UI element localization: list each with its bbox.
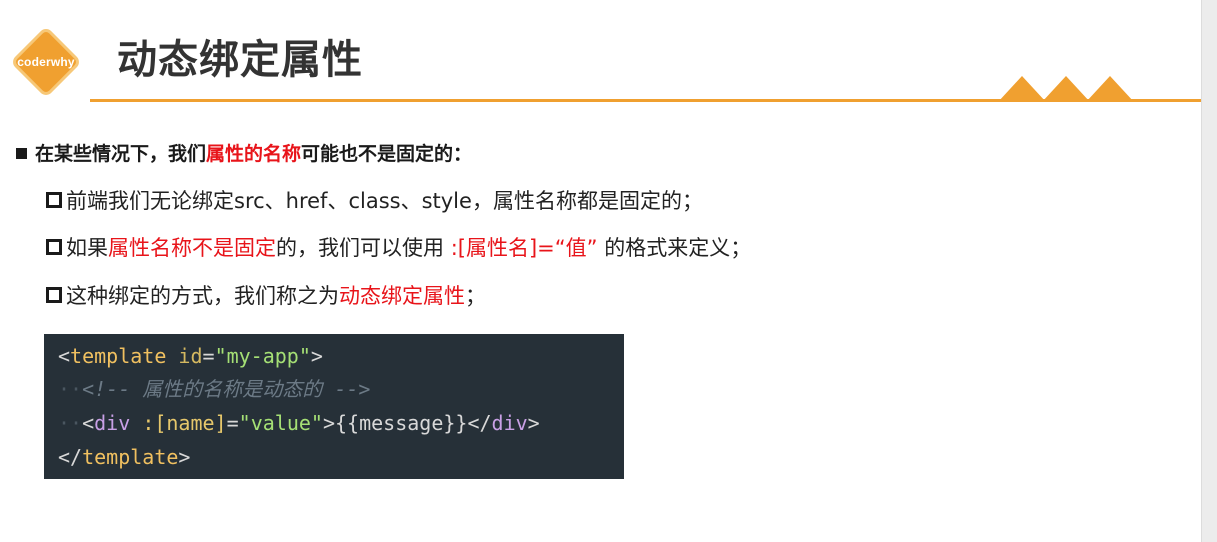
code-tag: template xyxy=(70,344,167,368)
mountains-decoration-icon xyxy=(998,76,1148,102)
code-punct: < xyxy=(82,411,95,435)
page-title: 动态绑定属性 xyxy=(117,37,363,83)
sub-item-2-after: 的格式来定义； xyxy=(597,236,752,260)
sub-item-1-text: 前端我们无论绑定src、href、class、style，属性名称都是固定的； xyxy=(66,189,703,213)
sub-item-2-middle: 的，我们可以使用 xyxy=(276,236,451,260)
hollow-square-bullet-icon xyxy=(46,192,62,208)
main-bullet: 在某些情况下，我们属性的名称可能也不是固定的： xyxy=(16,139,472,169)
sub-item-3-after: ； xyxy=(465,284,486,308)
code-line-4: </template> xyxy=(58,442,190,472)
code-block: <template id="my-app"> ··<!-- 属性的名称是动态的 … xyxy=(44,334,624,479)
code-line-3: ··<div :[name]="value">{{message}}</div> xyxy=(58,408,540,438)
code-punct: = xyxy=(226,411,239,435)
code-punct: > xyxy=(322,411,335,435)
scrollbar-gutter[interactable] xyxy=(1201,0,1217,542)
sub-item-3-before: 这种绑定的方式，我们称之为 xyxy=(66,284,339,308)
code-text: {{message}} xyxy=(335,411,468,435)
code-punct: > xyxy=(527,411,540,435)
main-bullet-before: 在某些情况下，我们 xyxy=(35,143,207,165)
sub-item-3: 这种绑定的方式，我们称之为动态绑定属性； xyxy=(46,281,486,311)
code-line-1: <template id="my-app"> xyxy=(58,341,323,371)
code-string: "my-app" xyxy=(214,344,311,368)
code-attr: id xyxy=(178,344,203,368)
code-tag: div xyxy=(491,411,528,435)
main-bullet-after: 可能也不是固定的： xyxy=(301,143,473,165)
code-string: "value" xyxy=(238,411,323,435)
coderwhy-logo: coderwhy xyxy=(8,24,84,100)
code-dynamic-attr: :[name] xyxy=(142,411,227,435)
hollow-square-bullet-icon xyxy=(46,287,62,303)
code-punct: < xyxy=(58,344,71,368)
code-punct: > xyxy=(310,344,323,368)
sub-item-2-before: 如果 xyxy=(66,236,108,260)
sub-item-3-highlight: 动态绑定属性 xyxy=(339,284,465,308)
indent-guide: ·· xyxy=(58,377,83,401)
hollow-square-bullet-icon xyxy=(46,239,62,255)
code-punct: > xyxy=(178,445,191,469)
code-tag: template xyxy=(82,445,179,469)
code-punct: </ xyxy=(58,445,83,469)
sub-item-2-highlight: 属性名称不是固定 xyxy=(108,236,276,260)
code-punct: = xyxy=(202,344,215,368)
sub-item-2: 如果属性名称不是固定的，我们可以使用 :[属性名]=“值” 的格式来定义； xyxy=(46,233,751,263)
code-line-2: ··<!-- 属性的名称是动态的 --> xyxy=(58,374,370,404)
code-tag: div xyxy=(94,411,131,435)
logo-text: coderwhy xyxy=(17,55,75,69)
sub-item-2-code-highlight: :[属性名]=“值” xyxy=(450,236,598,260)
sub-item-1: 前端我们无论绑定src、href、class、style，属性名称都是固定的； xyxy=(46,186,703,216)
main-bullet-highlight: 属性的名称 xyxy=(206,143,302,165)
header-divider xyxy=(90,99,1201,102)
code-punct: </ xyxy=(467,411,492,435)
code-comment: <!-- 属性的名称是动态的 --> xyxy=(82,377,371,401)
indent-guide: ·· xyxy=(58,411,83,435)
filled-square-bullet-icon xyxy=(16,148,27,159)
